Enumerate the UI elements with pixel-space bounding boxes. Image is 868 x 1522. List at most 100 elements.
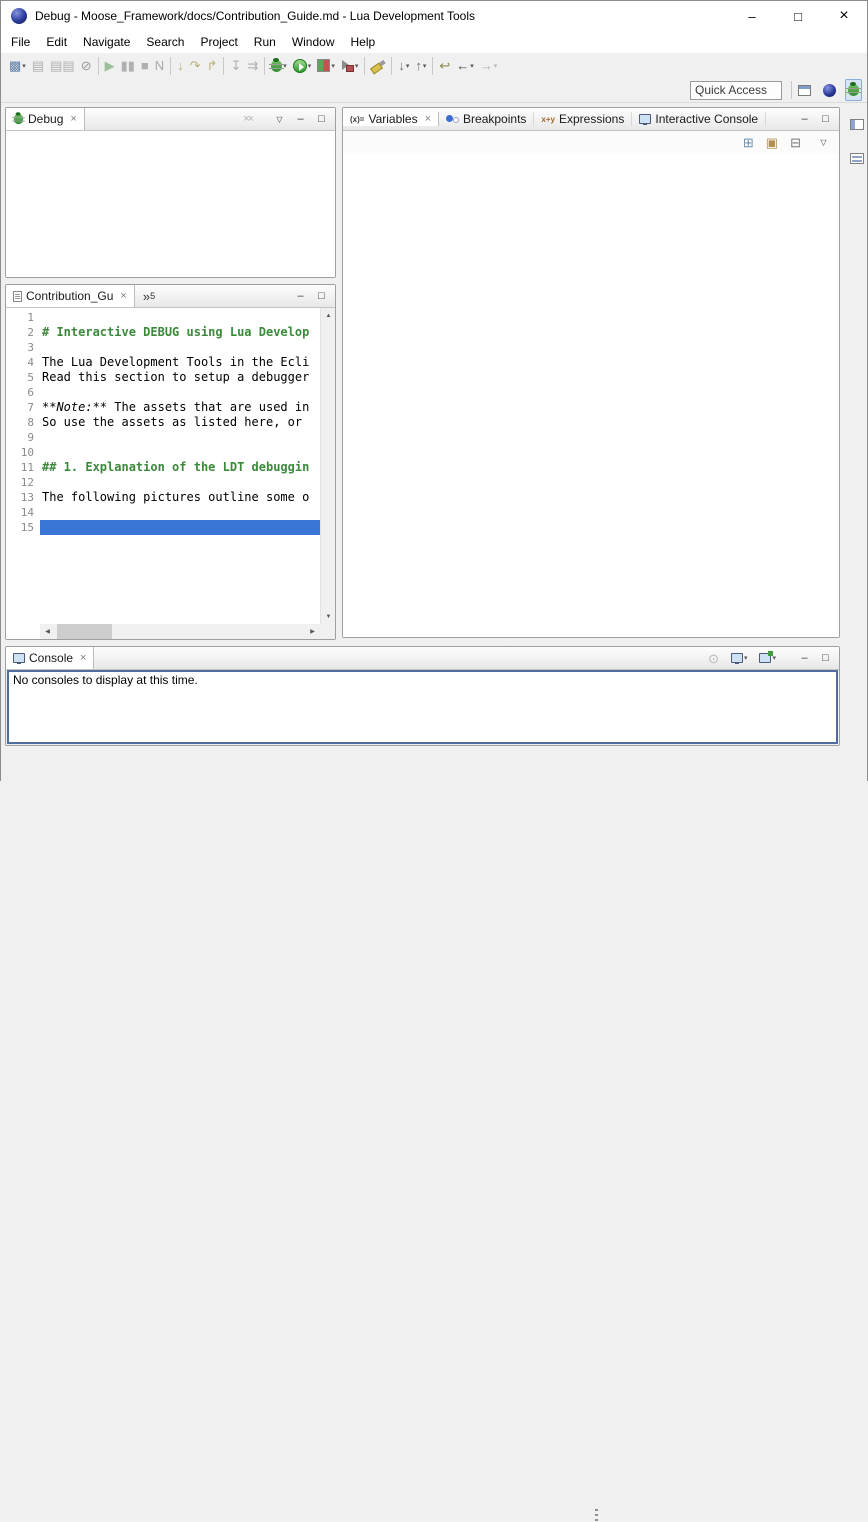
dropdown-arrow-icon[interactable]: ▾ <box>355 62 359 70</box>
dropdown-arrow-icon[interactable]: ▾ <box>331 62 335 70</box>
scroll-right-icon[interactable]: ▶ <box>305 624 320 639</box>
menu-run[interactable]: Run <box>246 32 284 52</box>
tab-interactive-console[interactable]: Interactive Console <box>632 112 766 126</box>
maximize-debug-view-button[interactable]: □ <box>312 113 331 125</box>
code-line[interactable] <box>40 505 320 520</box>
code-line[interactable] <box>40 445 320 460</box>
console-text-area[interactable]: No consoles to display at this time. <box>7 670 838 744</box>
show-type-names-button[interactable]: ⊞ <box>740 132 757 154</box>
last-edit-location-button[interactable]: ↩ <box>436 55 453 77</box>
show-logical-structure-button[interactable]: ▣ <box>763 132 781 154</box>
minimize-editor-button[interactable]: – <box>291 290 310 302</box>
tab-contribution-guide[interactable]: Contribution_Gu × <box>6 285 135 307</box>
dropdown-arrow-icon[interactable]: ▾ <box>22 62 26 70</box>
maximize-editor-button[interactable]: □ <box>312 290 331 302</box>
scroll-left-icon[interactable]: ◀ <box>40 624 55 639</box>
ldt-perspective-button[interactable] <box>820 79 839 101</box>
dropdown-arrow-icon[interactable]: ▾ <box>470 62 474 70</box>
open-console-button[interactable]: ▾ <box>756 647 779 669</box>
restore-minimized-view-button-2[interactable] <box>847 147 867 169</box>
dropdown-arrow-icon[interactable]: ▾ <box>406 62 410 70</box>
scroll-down-icon[interactable]: ▼ <box>321 609 335 624</box>
debug-view-content <box>6 131 335 277</box>
debug-perspective-button[interactable] <box>845 79 862 101</box>
code-line[interactable]: ## 1. Explanation of the LDT debuggin <box>40 460 320 475</box>
menu-project[interactable]: Project <box>192 32 245 52</box>
code-line[interactable]: So use the assets as listed here, or <box>40 415 320 430</box>
menu-file[interactable]: File <box>3 32 38 52</box>
tab-expressions[interactable]: x+yExpressions <box>534 112 632 126</box>
search-button[interactable] <box>368 55 388 77</box>
hscroll-track[interactable] <box>55 624 305 639</box>
code-line[interactable]: The Lua Development Tools in the Ecli <box>40 355 320 370</box>
code-line[interactable] <box>40 310 320 325</box>
dropdown-arrow-icon[interactable]: ▾ <box>308 62 312 70</box>
editor-vertical-scrollbar[interactable]: ▲ ▼ <box>320 308 335 624</box>
external-tools-button[interactable]: ▾ <box>338 55 362 77</box>
restore-minimized-view-button-1[interactable] <box>847 113 867 135</box>
debug-view-menu-icon[interactable]: ▽ <box>270 115 289 124</box>
save-button: ▤ <box>29 55 47 77</box>
close-tab-icon[interactable]: × <box>70 113 76 125</box>
skip-all-breakpoints-button[interactable]: ⊘ <box>78 55 95 77</box>
minimize-debug-view-button[interactable]: – <box>291 113 310 125</box>
previous-annotation-button[interactable]: ↑▾ <box>412 55 429 77</box>
code-line[interactable] <box>40 430 320 445</box>
code-line[interactable] <box>40 340 320 355</box>
scroll-up-icon[interactable]: ▲ <box>321 308 335 323</box>
menu-window[interactable]: Window <box>284 32 343 52</box>
code-line[interactable]: Read this section to setup a debugger <box>40 370 320 385</box>
menu-navigate[interactable]: Navigate <box>75 32 138 52</box>
minimize-window-button[interactable]: – <box>729 1 775 31</box>
remove-all-terminated-button[interactable]: ×× <box>243 113 252 125</box>
code-line[interactable]: # Interactive DEBUG using Lua Develop <box>40 325 320 340</box>
close-window-button[interactable]: × <box>821 1 867 31</box>
new-wizard-button[interactable]: ▩▾ <box>6 55 29 77</box>
code-line[interactable]: The following pictures outline some o <box>40 490 320 505</box>
dropdown-arrow-icon[interactable]: ▾ <box>494 62 498 70</box>
editor-horizontal-scrollbar[interactable]: ◀ ▶ <box>40 624 320 639</box>
debug-icon <box>271 60 282 72</box>
close-tab-icon[interactable]: × <box>120 290 126 302</box>
minimize-variables-button[interactable]: – <box>795 113 814 125</box>
next-annotation-button[interactable]: ↓▾ <box>395 55 412 77</box>
maximize-variables-button[interactable]: □ <box>816 113 835 125</box>
editor-hscroll-row: ◀ ▶ <box>6 624 335 639</box>
dropdown-arrow-icon[interactable]: ▾ <box>744 654 748 662</box>
tab-console[interactable]: Console × <box>6 647 94 669</box>
code-line[interactable]: **Note:** The assets that are used in <box>40 400 320 415</box>
dropdown-arrow-icon[interactable]: ▾ <box>423 62 427 70</box>
editor-overflow-button[interactable]: »5 <box>135 285 163 307</box>
minimize-console-button[interactable]: – <box>795 652 814 664</box>
quick-access-input[interactable]: Quick Access <box>690 81 782 100</box>
open-perspective-button[interactable] <box>795 79 814 101</box>
sash-handle[interactable] <box>595 1509 598 1522</box>
step-into-icon: ↓ <box>177 59 184 72</box>
tab-variables[interactable]: (x)=Variables× <box>343 112 439 126</box>
code-line[interactable] <box>40 385 320 400</box>
coverage-button[interactable]: ▾ <box>314 55 338 77</box>
run-button[interactable]: ▾ <box>290 55 315 77</box>
editor-code[interactable]: # Interactive DEBUG using Lua Develop The… <box>40 308 320 624</box>
maximize-console-button[interactable]: □ <box>816 652 835 664</box>
display-selected-console-button[interactable]: ▾ <box>728 647 751 669</box>
back-button[interactable]: ←▾ <box>453 55 477 77</box>
variables-view-menu-icon[interactable]: ▽ <box>814 138 833 147</box>
tab-breakpoints[interactable]: Breakpoints <box>439 112 534 126</box>
tab-debug[interactable]: Debug × <box>6 108 85 130</box>
debug-button[interactable]: ▾ <box>268 55 290 77</box>
maximize-icon: □ <box>794 9 802 24</box>
side-trim-bar <box>846 105 868 749</box>
line-number: 6 <box>6 385 34 400</box>
close-tab-icon[interactable]: × <box>80 652 86 664</box>
hscroll-thumb[interactable] <box>57 624 112 639</box>
collapse-all-button[interactable]: ⊟ <box>787 132 804 154</box>
code-line[interactable] <box>40 520 320 535</box>
menu-search[interactable]: Search <box>138 32 192 52</box>
code-line[interactable] <box>40 475 320 490</box>
close-tab-icon[interactable]: × <box>425 113 431 125</box>
menu-help[interactable]: Help <box>343 32 384 52</box>
ldt-perspective-icon <box>823 84 836 97</box>
menu-edit[interactable]: Edit <box>38 32 75 52</box>
maximize-window-button[interactable]: □ <box>775 1 821 31</box>
